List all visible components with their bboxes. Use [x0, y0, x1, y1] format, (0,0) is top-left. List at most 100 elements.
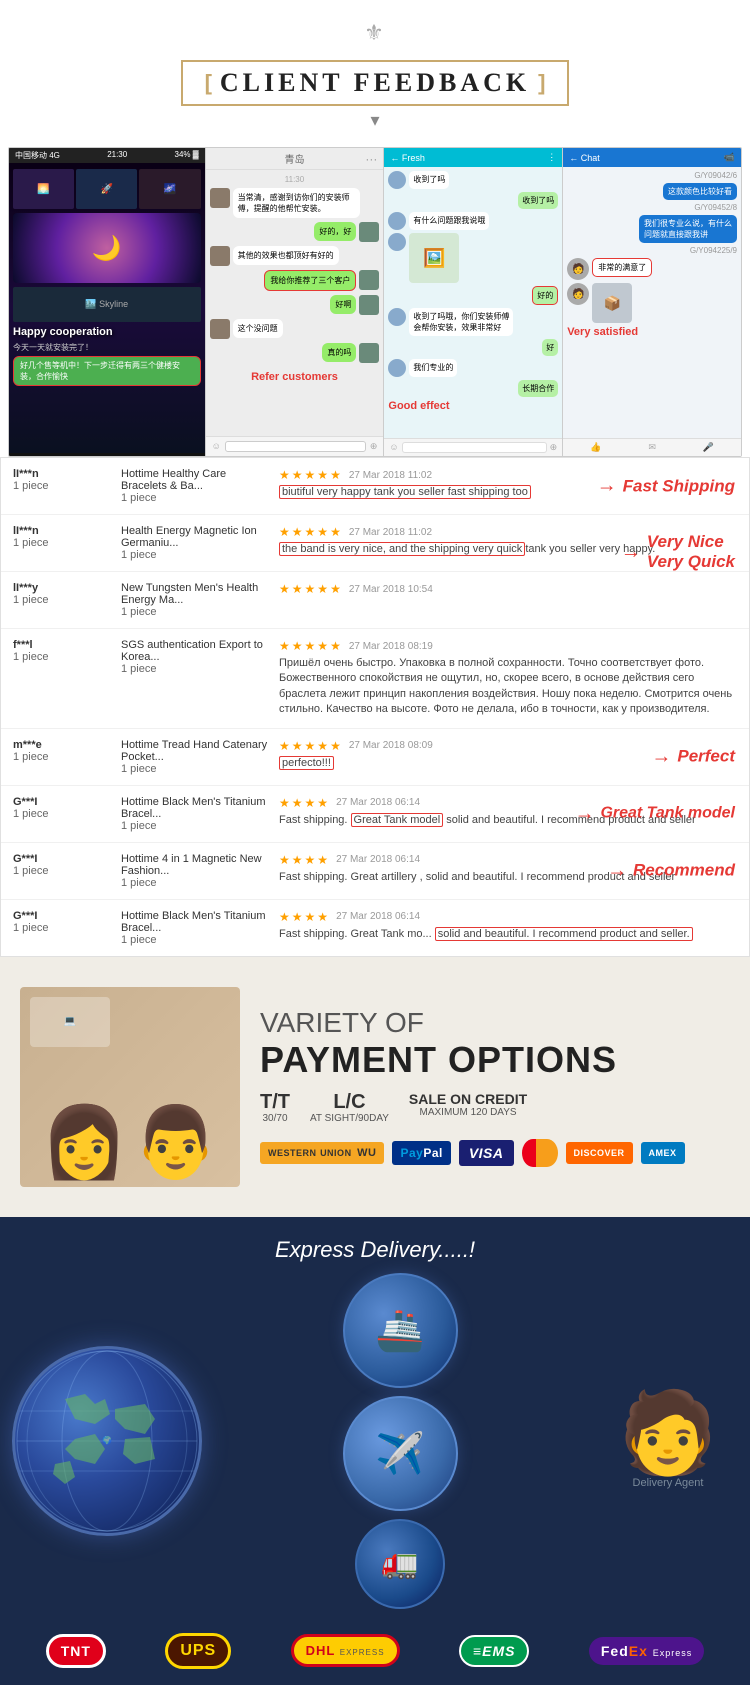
star: ★	[330, 582, 341, 596]
review-content: ★ ★ ★ ★ 27 Mar 2018 06:14 Fast shipping.…	[279, 910, 737, 942]
payment-type-lc: L/C AT SIGHT/90DAY	[310, 1092, 389, 1125]
review-product: Health Energy Magnetic Ion Germaniu... 1…	[121, 525, 271, 561]
review-content: ★ ★ ★ ★ ★ 27 Mar 2018 08:19 Пришёл очень…	[279, 639, 737, 718]
reviewer-info: G***I 1 piece	[13, 910, 113, 934]
review-date: 27 Mar 2018 06:14	[336, 911, 420, 922]
reviewer-info: G***I 1 piece	[13, 796, 113, 820]
payment-type-name: T/T	[260, 1092, 290, 1112]
product-qty: 1 piece	[121, 820, 271, 832]
star: ★	[330, 525, 341, 539]
star: ★	[330, 468, 341, 482]
reviewer-qty: 1 piece	[13, 922, 113, 934]
review-annotation: → Perfect	[651, 745, 735, 768]
review-annotation: → Great Tank model	[574, 802, 735, 825]
delivery-title: Express Delivery.....!	[12, 1237, 738, 1263]
globe-image: 🌍	[12, 1346, 202, 1536]
payment-logos: WESTERN UNION WU PayPal VISA DISCOVER AM…	[260, 1139, 730, 1167]
review-row: G***I 1 piece Hottime Black Men's Titani…	[1, 900, 749, 956]
review-product: Hottime Tread Hand Catenary Pocket... 1 …	[121, 739, 271, 775]
product-qty: 1 piece	[121, 763, 271, 775]
star: ★	[317, 910, 328, 924]
star: ★	[279, 639, 290, 653]
dhl-text: DHL	[306, 1643, 335, 1658]
review-product: New Tungsten Men's Health Energy Ma... 1…	[121, 582, 271, 618]
reviewer-name: G***I	[13, 853, 113, 865]
star: ★	[279, 739, 290, 753]
product-name: Hottime Black Men's Titanium Bracel...	[121, 910, 271, 934]
ornament-top: ⚜	[0, 18, 750, 54]
fed-text: Fed	[601, 1643, 629, 1659]
review-row: lI***y 1 piece New Tungsten Men's Health…	[1, 572, 749, 629]
reviewer-qty: 1 piece	[13, 865, 113, 877]
payment-type-credit: SALE ON CREDIT MAXIMUM 120 DAYS	[409, 1092, 527, 1119]
star: ★	[292, 468, 303, 482]
review-annotation: → Fast Shipping	[597, 475, 735, 498]
product-name: Hottime Healthy Care Bracelets & Ba...	[121, 468, 271, 492]
visa-logo: VISA	[459, 1140, 514, 1166]
delivery-person: 🧑 Delivery Agent	[598, 1393, 738, 1489]
review-product: Hottime Black Men's Titanium Bracel... 1…	[121, 910, 271, 946]
reviews-section: lI***n 1 piece Hottime Healthy Care Brac…	[0, 457, 750, 957]
product-name: Hottime 4 in 1 Magnetic New Fashion...	[121, 853, 271, 877]
chat-panel-mid-right: ← Fresh⋮ 收到了吗 收到了吗 有什么问题跟我说哦	[384, 148, 563, 456]
review-product: Hottime Healthy Care Bracelets & Ba... 1…	[121, 468, 271, 504]
product-name: New Tungsten Men's Health Energy Ma...	[121, 582, 271, 606]
star: ★	[330, 639, 341, 653]
reviewer-info: lI***y 1 piece	[13, 582, 113, 606]
star: ★	[305, 796, 316, 810]
chat-panel-left: 中国移动 4G21:3034% ▓ 🌅 🚀 🌌 🌙 🏙️ Skyline Hap…	[9, 148, 206, 456]
very-satisfied-label: Very satisfied	[567, 326, 737, 338]
product-name: Hottime Tread Hand Catenary Pocket...	[121, 739, 271, 763]
star: ★	[292, 853, 303, 867]
product-qty: 1 piece	[121, 492, 271, 504]
review-row: m***e 1 piece Hottime Tread Hand Catenar…	[1, 729, 749, 786]
reviewer-qty: 1 piece	[13, 480, 113, 492]
star: ★	[292, 525, 303, 539]
highlight-text: the band is very nice, and the shipping …	[279, 542, 525, 556]
page-title: CLIENT FEEDBACK	[220, 68, 530, 98]
paypal-logo: PayPal	[392, 1141, 450, 1165]
tnt-text: TNT	[61, 1643, 91, 1659]
review-text: Пришёл очень быстро. Упаковка в полной с…	[279, 656, 737, 718]
star: ★	[317, 796, 328, 810]
review-product: Hottime Black Men's Titanium Bracel... 1…	[121, 796, 271, 832]
refer-customers-label: Refer customers	[210, 371, 380, 383]
delivery-content: 🌍 🚢 ✈️ 🚛 🧑 Delivery Agent	[12, 1273, 738, 1609]
annotation-text: Perfect	[677, 747, 735, 767]
arrow-icon: →	[574, 802, 594, 825]
ems-text: ≡EMS	[473, 1643, 516, 1659]
star: ★	[317, 582, 328, 596]
annotation-text: Very NiceVery Quick	[647, 532, 735, 573]
arrow-icon: →	[607, 859, 627, 882]
ups-text: UPS	[180, 1642, 216, 1659]
product-name: Hottime Black Men's Titanium Bracel...	[121, 796, 271, 820]
star: ★	[279, 853, 290, 867]
feedback-header: ⚜ [ CLIENT FEEDBACK ] ▾	[0, 0, 750, 139]
tnt-logo: TNT	[46, 1634, 106, 1668]
reviewer-name: m***e	[13, 739, 113, 751]
annotation-text: Recommend	[633, 861, 735, 881]
product-qty: 1 piece	[121, 549, 271, 561]
reviewer-name: f***l	[13, 639, 113, 651]
delivery-transport-icons: 🚢 ✈️ 🚛	[210, 1273, 590, 1609]
review-row: lI***n 1 piece Health Energy Magnetic Io…	[1, 515, 749, 572]
reviewer-info: G***I 1 piece	[13, 853, 113, 877]
reviewer-info: f***l 1 piece	[13, 639, 113, 663]
ex-text: Ex	[629, 1643, 648, 1659]
star: ★	[305, 739, 316, 753]
review-date: 27 Mar 2018 10:54	[349, 584, 433, 595]
star: ★	[292, 796, 303, 810]
reviewer-qty: 1 piece	[13, 651, 113, 663]
star: ★	[279, 582, 290, 596]
svg-text:⚜: ⚜	[364, 20, 386, 45]
star: ★	[305, 525, 316, 539]
shipping-container-icon: 🚢	[343, 1273, 458, 1388]
star: ★	[279, 468, 290, 482]
review-date: 27 Mar 2018 08:19	[349, 641, 433, 652]
fedex-logo: FedEx Express	[589, 1637, 704, 1665]
reviewer-info: m***e 1 piece	[13, 739, 113, 763]
review-row: G***I 1 piece Hottime Black Men's Titani…	[1, 786, 749, 843]
payment-section: 👩 👨 💻 VARIETY OF PAYMENT OPTIONS T/T 30/…	[0, 957, 750, 1217]
annotation-text: Great Tank model	[600, 805, 735, 823]
reviewer-name: G***I	[13, 910, 113, 922]
